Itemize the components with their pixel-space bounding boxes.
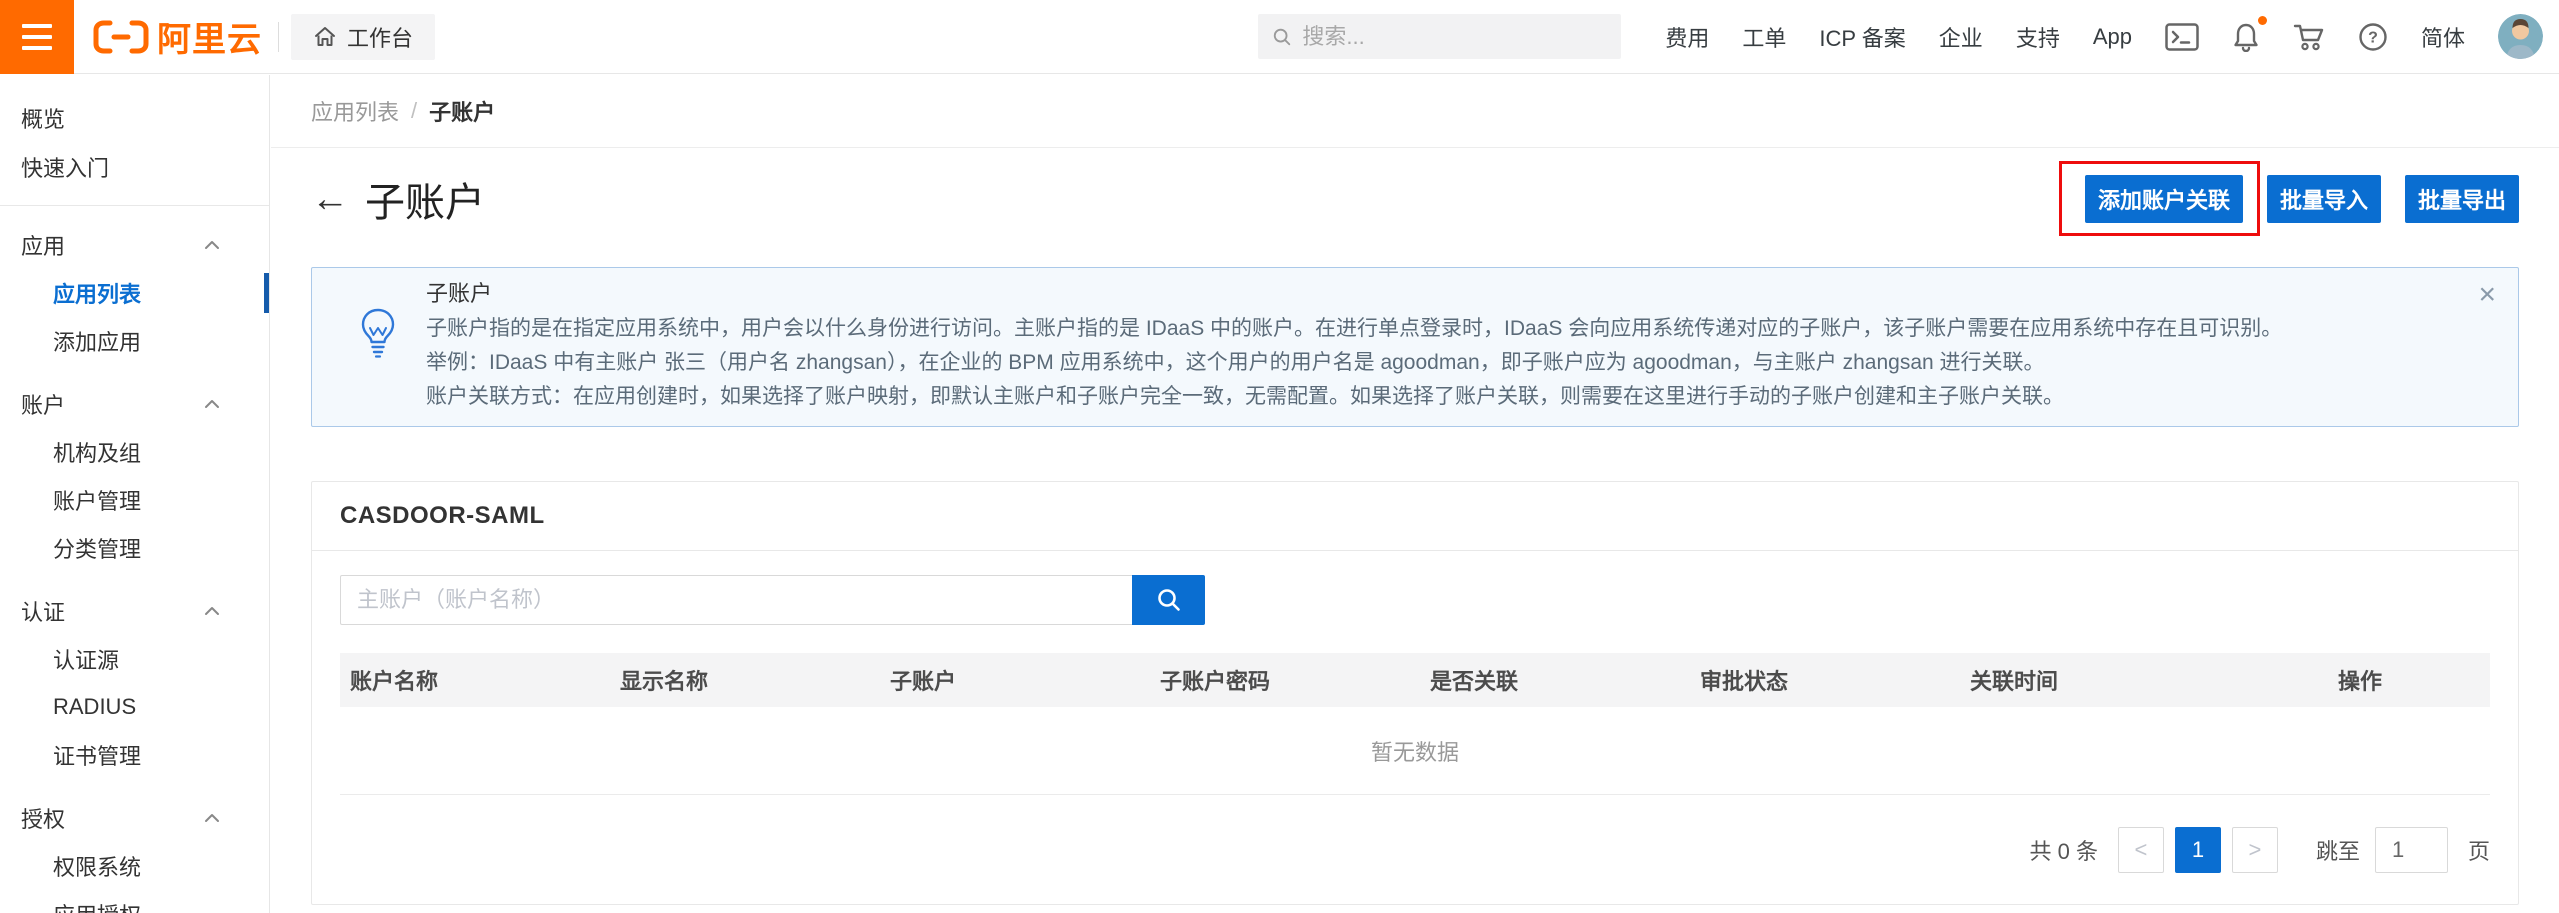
sidebar-item-radius[interactable]: RADIUS	[0, 683, 269, 731]
shopping-cart-icon[interactable]	[2293, 22, 2325, 52]
breadcrumb-separator: /	[411, 98, 417, 124]
sidebar: 概览 快速入门 应用 应用列表 添加应用 账户 机构及组 账户管理 分类管理 认…	[0, 75, 270, 913]
sidebar-divider	[0, 205, 269, 206]
table-header-row: 账户名称 显示名称 子账户 子账户密码 是否关联 审批状态 关联时间 操作	[340, 653, 2490, 707]
sidebar-item-add-app[interactable]: 添加应用	[0, 317, 269, 365]
aliyun-logo-icon	[93, 19, 149, 55]
lightbulb-icon	[360, 308, 396, 358]
main-content: 应用列表 / 子账户 ← 子账户 添加账户关联 批量导入	[271, 75, 2559, 913]
jump-to-label: 跳至	[2316, 834, 2360, 866]
search-button[interactable]	[1132, 575, 1205, 625]
primary-account-search-input[interactable]	[340, 575, 1132, 625]
sidebar-group-authorization[interactable]: 授权	[0, 793, 269, 842]
col-sub-account-password: 子账户密码	[1150, 664, 1420, 696]
sidebar-item-quickstart[interactable]: 快速入门	[0, 142, 269, 191]
application-name: CASDOOR-SAML	[340, 502, 545, 530]
sidebar-item-category-mgmt[interactable]: 分类管理	[0, 524, 269, 572]
info-title: 子账户	[426, 282, 2282, 306]
info-line-2: 举例：IDaaS 中有主账户 张三（用户名 zhangsan），在企业的 BPM…	[426, 346, 2282, 380]
nav-item-support[interactable]: 支持	[2016, 21, 2060, 53]
total-count: 共 0 条	[2030, 834, 2098, 866]
col-link-time: 关联时间	[1960, 664, 2230, 696]
top-navbar: 阿里云 工作台 费用 工单 ICP 备案 企业 支持 App	[0, 0, 2559, 74]
sidebar-item-cert-mgmt[interactable]: 证书管理	[0, 731, 269, 779]
navbar-right-group: 费用 工单 ICP 备案 企业 支持 App	[1258, 14, 2559, 59]
sidebar-item-org-groups[interactable]: 机构及组	[0, 428, 269, 476]
sidebar-item-app-authorization[interactable]: 应用授权	[0, 890, 269, 913]
notification-bell-icon[interactable]	[2232, 22, 2260, 52]
console-terminal-icon[interactable]	[2165, 23, 2199, 51]
sidebar-item-app-list[interactable]: 应用列表	[0, 269, 269, 317]
page-number-1[interactable]: 1	[2175, 827, 2221, 873]
batch-export-button[interactable]: 批量导出	[2405, 175, 2519, 223]
sidebar-group-account[interactable]: 账户	[0, 379, 269, 428]
nav-item-tickets[interactable]: 工单	[1742, 21, 1786, 53]
chevron-up-icon	[204, 813, 220, 823]
next-page-button[interactable]: >	[2232, 827, 2278, 873]
workbench-button[interactable]: 工作台	[291, 14, 435, 60]
navbar-divider	[278, 22, 279, 52]
pagination: 共 0 条 < 1 > 跳至 页	[312, 795, 2518, 904]
page-title: 子账户	[365, 170, 485, 228]
sidebar-group-authentication[interactable]: 认证	[0, 586, 269, 635]
locale-switcher[interactable]: 简体	[2421, 21, 2465, 53]
empty-state: 暂无数据	[340, 707, 2490, 795]
global-search-input[interactable]	[1302, 24, 1607, 50]
back-arrow-icon[interactable]: ←	[311, 180, 349, 218]
header-actions: 添加账户关联 批量导入 批量导出	[2085, 175, 2519, 223]
nav-item-billing[interactable]: 费用	[1665, 21, 1709, 53]
sub-account-card: CASDOOR-SAML 账户名称 显示名称 子账户	[311, 481, 2519, 905]
sidebar-item-account-mgmt[interactable]: 账户管理	[0, 476, 269, 524]
app-window: 阿里云 工作台 费用 工单 ICP 备案 企业 支持 App	[0, 0, 2559, 913]
chevron-up-icon	[204, 606, 220, 616]
svg-text:?: ?	[2368, 29, 2378, 46]
nav-item-app[interactable]: App	[2093, 24, 2132, 50]
chevron-up-icon	[204, 399, 220, 409]
hamburger-menu-button[interactable]	[0, 0, 74, 74]
search-icon	[1272, 26, 1292, 48]
col-actions: 操作	[2230, 664, 2490, 696]
global-search[interactable]	[1258, 14, 1621, 59]
nav-item-enterprise[interactable]: 企业	[1939, 21, 1983, 53]
account-search-row	[340, 575, 2490, 625]
col-approval-status: 审批状态	[1690, 664, 1960, 696]
col-sub-account: 子账户	[880, 664, 1150, 696]
info-banner: 子账户 子账户指的是在指定应用系统中，用户会以什么身份进行访问。主账户指的是 I…	[311, 267, 2519, 427]
active-indicator	[264, 273, 269, 313]
help-icon[interactable]: ?	[2358, 22, 2388, 52]
aliyun-logo[interactable]: 阿里云	[93, 12, 262, 61]
info-line-1: 子账户指的是在指定应用系统中，用户会以什么身份进行访问。主账户指的是 IDaaS…	[426, 312, 2282, 346]
page-header: ← 子账户 添加账户关联 批量导入 批量导出	[311, 171, 2519, 227]
info-text-block: 子账户 子账户指的是在指定应用系统中，用户会以什么身份进行访问。主账户指的是 I…	[426, 282, 2282, 414]
sidebar-item-auth-source[interactable]: 认证源	[0, 635, 269, 683]
sidebar-item-overview[interactable]: 概览	[0, 93, 269, 142]
breadcrumb: 应用列表 / 子账户	[271, 75, 2559, 148]
breadcrumb-current: 子账户	[429, 95, 495, 127]
breadcrumb-app-list[interactable]: 应用列表	[311, 95, 399, 127]
col-is-linked: 是否关联	[1420, 664, 1690, 696]
col-account-name: 账户名称	[340, 664, 610, 696]
col-display-name: 显示名称	[610, 664, 880, 696]
close-icon[interactable]: ×	[2478, 280, 2496, 310]
info-line-3: 账户关联方式：在应用创建时，如果选择了账户映射，即默认主账户和子账户完全一致，无…	[426, 380, 2282, 414]
notification-badge-dot	[2258, 16, 2267, 25]
user-avatar[interactable]	[2498, 14, 2543, 59]
home-icon	[313, 25, 337, 49]
sidebar-group-application[interactable]: 应用	[0, 220, 269, 269]
jump-page-input[interactable]	[2375, 827, 2448, 873]
nav-item-icp[interactable]: ICP 备案	[1819, 21, 1905, 53]
sub-account-table: 账户名称 显示名称 子账户 子账户密码 是否关联 审批状态 关联时间 操作 暂无…	[340, 653, 2490, 795]
sidebar-item-permission-system[interactable]: 权限系统	[0, 842, 269, 890]
workbench-label: 工作台	[347, 21, 413, 53]
search-icon	[1156, 587, 1182, 613]
aliyun-logo-text: 阿里云	[157, 12, 262, 61]
chevron-up-icon	[204, 240, 220, 250]
batch-import-button[interactable]: 批量导入	[2267, 175, 2381, 223]
add-account-link-button[interactable]: 添加账户关联	[2085, 175, 2243, 223]
card-header: CASDOOR-SAML	[312, 482, 2518, 551]
prev-page-button[interactable]: <	[2118, 827, 2164, 873]
page-unit-label: 页	[2468, 834, 2490, 866]
